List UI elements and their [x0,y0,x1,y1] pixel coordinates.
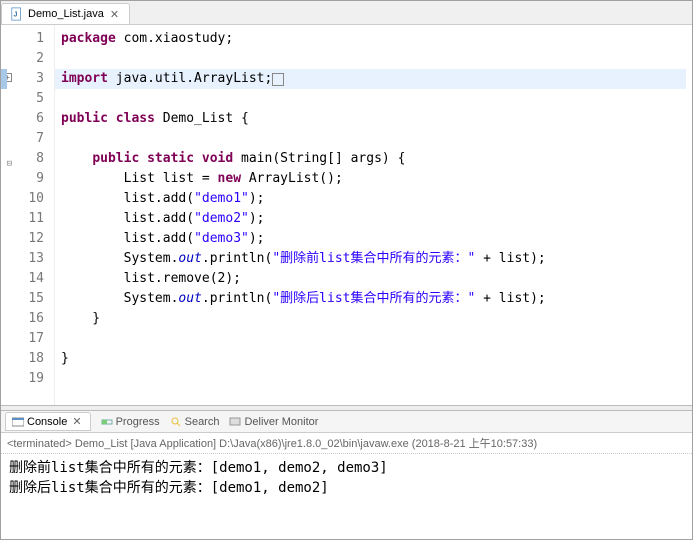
file-tab[interactable]: J Demo_List.java ✕ [1,3,130,24]
code-line[interactable]: import java.util.ArrayList; [55,69,686,89]
code-line[interactable] [61,369,692,389]
tab-deliver[interactable]: Deliver Monitor [229,416,318,428]
line-number: 10 [1,189,44,209]
code-line[interactable] [61,129,692,149]
code-line[interactable]: list.remove(2); [61,269,692,289]
code-line[interactable] [61,49,692,69]
java-file-icon: J [10,7,24,21]
console-output: 删除前list集合中所有的元素：[demo1, demo2, demo3] 删除… [1,454,692,502]
line-number: 16 [1,309,44,329]
line-number: 13 [1,249,44,269]
tab-console-label: Console [27,416,67,428]
code-editor[interactable]: 123+5678⊟910111213141516171819 package c… [1,25,692,405]
terminated-label: <terminated> Demo_List [Java Application… [1,433,692,454]
code-line[interactable]: list.add("demo1"); [61,189,692,209]
code-line[interactable]: } [61,309,692,329]
line-number: 18 [1,349,44,369]
line-number: 15 [1,289,44,309]
line-number: 14 [1,269,44,289]
line-number: 7 [1,129,44,149]
code-line[interactable] [61,89,692,109]
tab-progress[interactable]: Progress [101,416,160,428]
fold-icon[interactable]: ⊟ [3,154,12,163]
code-line[interactable]: list.add("demo2"); [61,209,692,229]
line-gutter: 123+5678⊟910111213141516171819 [1,25,55,405]
line-number: 3+ [1,69,44,89]
line-number: 11 [1,209,44,229]
code-line[interactable]: } [61,349,692,369]
code-line[interactable] [61,329,692,349]
tab-filename: Demo_List.java [28,8,104,20]
code-line[interactable]: List list = new ArrayList(); [61,169,692,189]
line-number: 6 [1,109,44,129]
code-line[interactable]: public class Demo_List { [61,109,692,129]
tab-deliver-label: Deliver Monitor [244,416,318,428]
code-line[interactable]: public static void main(String[] args) { [61,149,692,169]
svg-text:J: J [14,12,18,19]
line-number: 12 [1,229,44,249]
console-icon [12,416,24,428]
search-icon [170,416,182,428]
line-number: 8⊟ [1,149,44,169]
tab-progress-label: Progress [116,416,160,428]
code-line[interactable]: package com.xiaostudy; [61,29,692,49]
monitor-icon [229,416,241,428]
code-line[interactable]: list.add("demo3"); [61,229,692,249]
code-line[interactable]: System.out.println("删除前list集合中所有的元素：" + … [61,249,692,269]
tab-console[interactable]: Console ✕ [5,412,91,431]
line-number: 5 [1,89,44,109]
line-number: 9 [1,169,44,189]
tab-search-label: Search [185,416,220,428]
console-tabs: Console ✕ Progress Search Deliver Monito… [1,411,692,433]
tab-search[interactable]: Search [170,416,220,428]
close-icon[interactable]: ✕ [108,8,121,21]
line-number: 17 [1,329,44,349]
close-icon[interactable]: ✕ [70,415,83,428]
line-number: 1 [1,29,44,49]
line-number: 19 [1,369,44,389]
line-number: 2 [1,49,44,69]
editor-tabs: J Demo_List.java ✕ [1,1,692,25]
change-marker [1,69,7,89]
code-area[interactable]: package com.xiaostudy; import java.util.… [55,25,692,405]
progress-icon [101,416,113,428]
code-line[interactable]: System.out.println("删除后list集合中所有的元素：" + … [61,289,692,309]
